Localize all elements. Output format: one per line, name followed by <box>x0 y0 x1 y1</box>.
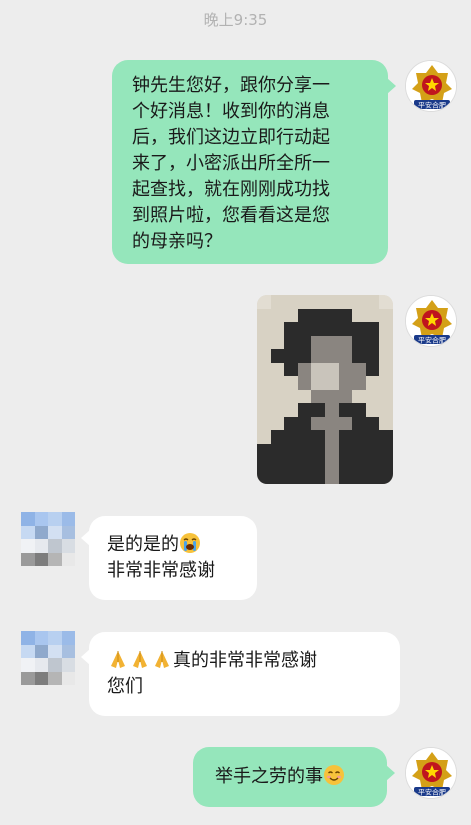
message-line: 您们 <box>107 676 143 697</box>
message-line: 举手之劳的事 <box>215 764 365 790</box>
message-line: 钟先生您好，跟你分享一 <box>132 75 330 96</box>
police-avatar[interactable]: 平安合肥 <box>405 295 457 347</box>
message-line: 到照片啦，您看看这是您 <box>132 205 330 226</box>
user-avatar[interactable] <box>21 631 75 685</box>
avatar-caption: 平安合肥 <box>418 101 446 110</box>
message-line: 起查找，就在刚刚成功找 <box>132 179 330 200</box>
smiling-face-icon <box>324 765 344 785</box>
folded-hands-icon <box>155 651 169 668</box>
message-line: 非常非常感谢 <box>107 560 215 581</box>
user-avatar[interactable] <box>21 512 75 566</box>
bubble-tail <box>387 78 396 94</box>
folded-hands-icon <box>111 651 125 668</box>
loudly-crying-face-icon <box>180 533 200 553</box>
police-badge-icon: 平安合肥 <box>406 296 456 346</box>
message-line: 来了，小密派出所全所一 <box>132 153 330 174</box>
message-bubble-outgoing[interactable]: 钟先生您好，跟你分享一 个好消息！收到你的消息 后，我们这边立即行动起 来了，小… <box>112 60 388 264</box>
message-bubble-incoming[interactable]: 真的非常非常感谢 您们 <box>89 632 400 716</box>
message-line: 的母亲吗？ <box>132 231 222 252</box>
message-bubble-outgoing[interactable]: 举手之劳的事 <box>193 747 387 807</box>
police-badge-icon: 平安合肥 <box>406 61 456 111</box>
police-badge-icon: 平安合肥 <box>406 748 456 798</box>
shared-photo[interactable] <box>257 295 393 484</box>
message-line: 是的是的 <box>107 532 239 558</box>
message-line: 个好消息！收到你的消息 <box>132 101 330 122</box>
bubble-tail <box>386 765 395 781</box>
police-avatar[interactable]: 平安合肥 <box>405 747 457 799</box>
message-line: 后，我们这边立即行动起 <box>132 127 330 148</box>
folded-hands-icon <box>133 651 147 668</box>
police-avatar[interactable]: 平安合肥 <box>405 60 457 112</box>
avatar-caption: 平安合肥 <box>418 788 446 797</box>
message-line: 真的非常非常感谢 <box>107 648 382 674</box>
avatar-caption: 平安合肥 <box>418 336 446 345</box>
pixelated-portrait <box>257 295 393 484</box>
timestamp: 晚上9:35 <box>203 11 268 29</box>
message-bubble-incoming[interactable]: 是的是的 非常非常感谢 <box>89 516 257 600</box>
